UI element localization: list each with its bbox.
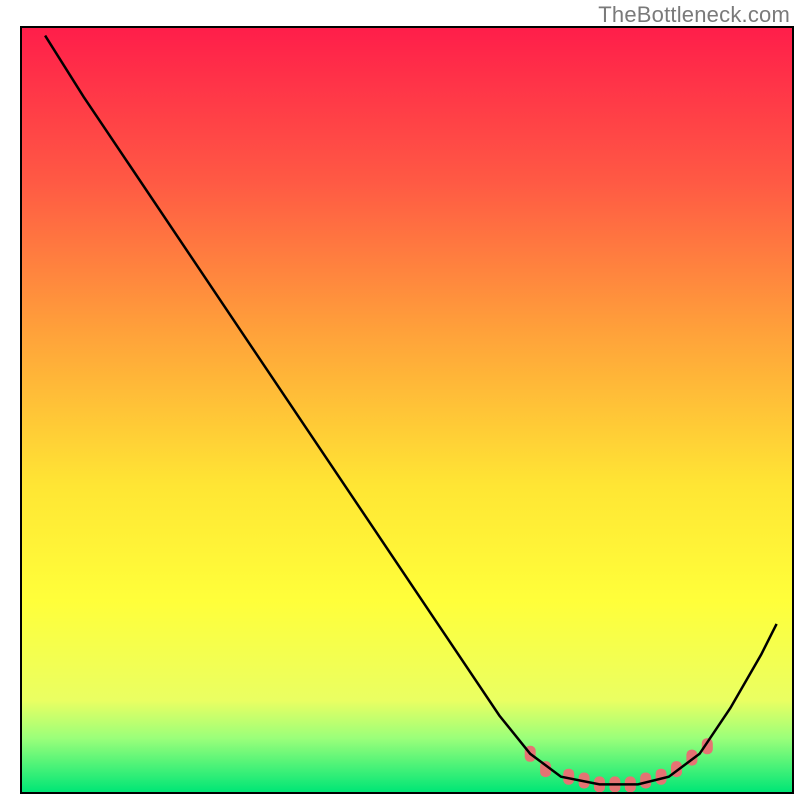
chart-container: TheBottleneck.com bbox=[0, 0, 800, 800]
plot-area bbox=[22, 28, 792, 792]
gradient-background bbox=[22, 28, 792, 792]
bottleneck-chart bbox=[0, 0, 800, 800]
